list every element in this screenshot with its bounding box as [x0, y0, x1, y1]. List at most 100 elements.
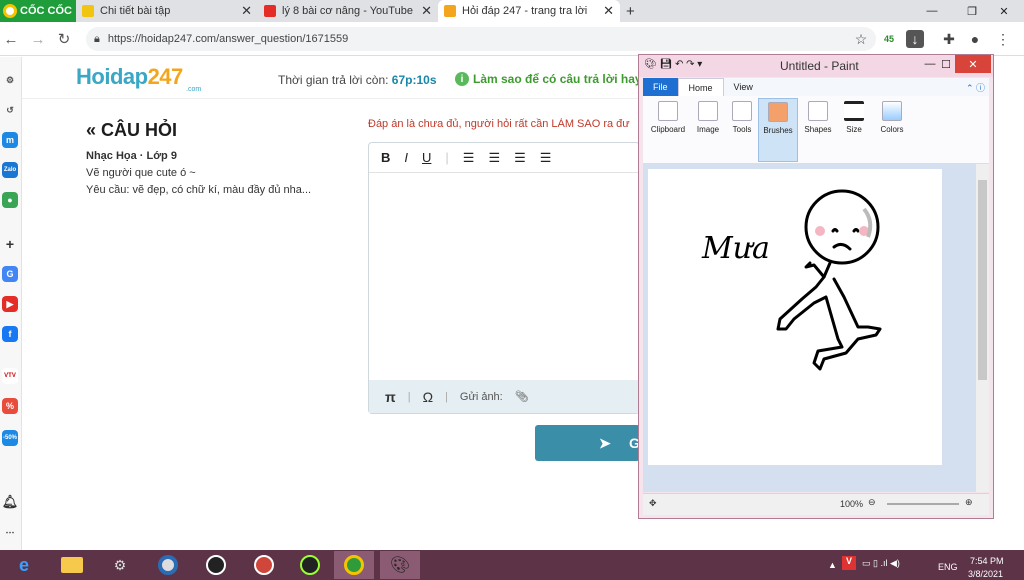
group-label: Shapes: [804, 125, 832, 134]
divider: [22, 98, 640, 99]
question-line: Yêu cầu: vẽ đẹp, có chữ kí, màu đầy đủ n…: [86, 184, 312, 196]
translate-icon[interactable]: G: [2, 266, 18, 282]
browser-brand: CỐC CỐC: [20, 5, 72, 17]
tab-view[interactable]: View: [724, 78, 763, 96]
menu-icon[interactable]: ⋮: [994, 30, 1012, 48]
tray-arrow-icon[interactable]: ▲: [828, 560, 837, 570]
zalo-icon[interactable]: Zalo: [2, 162, 18, 178]
close-icon[interactable]: ✕: [241, 3, 252, 19]
tray-icons[interactable]: ▭ ▯ .ıl ◀): [862, 558, 900, 569]
recorder-icon[interactable]: [244, 551, 284, 579]
upload-label[interactable]: Gửi ảnh:: [460, 391, 503, 403]
new-tab-button[interactable]: +: [620, 0, 644, 22]
shapes-icon: [808, 101, 828, 121]
app-icon[interactable]: ⚙: [100, 551, 140, 579]
help-icon[interactable]: ⌃ ⓘ: [966, 81, 989, 94]
timer-value: 67p:10s: [391, 73, 437, 87]
add-icon[interactable]: +: [2, 236, 18, 252]
minimize-icon[interactable]: —: [912, 0, 952, 22]
music-icon[interactable]: [290, 551, 330, 579]
close-icon[interactable]: ✕: [421, 3, 432, 19]
hoidap-logo[interactable]: Hoidap247: [76, 64, 183, 90]
extension-badge[interactable]: 45: [880, 30, 898, 48]
paperclip-icon[interactable]: 📎︎: [515, 390, 529, 403]
forward-icon[interactable]: →: [29, 30, 47, 48]
coccoc-logo[interactable]: CỐC CỐC: [0, 0, 76, 22]
sale-icon[interactable]: -50%: [2, 430, 18, 446]
messenger-icon[interactable]: m: [2, 132, 18, 148]
more-icon[interactable]: ⋯: [2, 524, 18, 540]
tab-home[interactable]: Home: [677, 78, 724, 96]
language[interactable]: ENG: [938, 562, 958, 572]
close-icon[interactable]: ✕: [955, 55, 991, 73]
tools-group[interactable]: Tools: [722, 98, 762, 162]
drawing-canvas[interactable]: Mưa: [648, 169, 942, 465]
lock-icon: 🔒︎: [94, 32, 100, 45]
editor-toolbar: B I U | ☰ ☰ ☰ ☰: [369, 143, 640, 173]
hint-link[interactable]: i Làm sao để có câu trả lời hay!: [455, 72, 646, 86]
profile-icon[interactable]: ●: [966, 30, 984, 48]
bold-button[interactable]: B: [381, 150, 390, 165]
omega-button[interactable]: Ω: [423, 389, 433, 405]
italic-button[interactable]: I: [404, 150, 408, 165]
tab-hoidap[interactable]: Hỏi đáp 247 - trang tra lời ✕: [438, 0, 620, 22]
history-icon[interactable]: ↺: [2, 102, 18, 118]
download-icon[interactable]: ↓: [906, 30, 924, 48]
tab-chi-tiet[interactable]: Chi tiết bài tập ✕: [76, 0, 258, 22]
pi-button[interactable]: π: [385, 389, 396, 405]
clipboard-group[interactable]: Clipboard: [648, 98, 688, 162]
star-icon[interactable]: ☆: [852, 30, 870, 48]
align-right-icon[interactable]: ☰: [514, 150, 526, 166]
tab-file[interactable]: File: [643, 78, 678, 96]
shapes-group[interactable]: Shapes: [798, 98, 838, 162]
game-icon[interactable]: ●: [2, 192, 18, 208]
explorer-icon[interactable]: [52, 551, 92, 579]
coccoc-shopping-icon[interactable]: %: [2, 398, 18, 414]
clock-date[interactable]: 3/8/2021: [968, 569, 1003, 579]
coccoc-taskbar-icon[interactable]: [334, 551, 374, 579]
tab-youtube[interactable]: lý 8 bài cơ nâng - YouTube ✕: [258, 0, 438, 22]
separator: |: [407, 390, 411, 403]
group-label: Clipboard: [650, 125, 686, 134]
tab-title: lý 8 bài cơ nâng - YouTube: [282, 5, 413, 17]
extensions-icon[interactable]: ✚: [940, 30, 958, 48]
film-icon[interactable]: [196, 551, 236, 579]
back-icon[interactable]: ←: [2, 30, 20, 48]
align-left-icon[interactable]: ☰: [463, 150, 475, 166]
address-bar[interactable]: 🔒︎ https://hoidap247.com/answer_question…: [86, 27, 876, 51]
move-icon: ✥: [649, 498, 657, 508]
paint-taskbar-icon[interactable]: 🎨︎: [380, 551, 420, 579]
zoom-in-icon[interactable]: ⊕: [965, 497, 973, 508]
vtv-icon[interactable]: VTV: [2, 368, 18, 384]
v-tray-icon[interactable]: V: [842, 556, 856, 570]
close-icon[interactable]: ✕: [603, 3, 614, 19]
settings-icon[interactable]: ⚙: [2, 72, 18, 88]
clock-time[interactable]: 7:54 PM: [970, 556, 1004, 566]
stick-figure-drawing: [776, 189, 882, 371]
separator: |: [445, 390, 448, 403]
youtube-icon[interactable]: ▶: [2, 296, 18, 312]
colors-group[interactable]: Colors: [872, 98, 912, 162]
youtube-icon: [264, 5, 276, 17]
tab-title: Hỏi đáp 247 - trang tra lời: [462, 5, 588, 17]
bell-icon[interactable]: 🔔︎: [2, 494, 19, 510]
close-icon[interactable]: ✕: [984, 0, 1024, 22]
media-icon[interactable]: [148, 551, 188, 579]
underline-button[interactable]: U: [422, 150, 431, 165]
reload-icon[interactable]: ↻: [55, 30, 73, 48]
brushes-group[interactable]: Brushes: [758, 98, 798, 162]
ie-icon[interactable]: e: [4, 551, 44, 579]
scroll-thumb[interactable]: [978, 180, 987, 380]
clipboard-icon: [658, 101, 678, 121]
paint-quick-access-icons[interactable]: 🎨︎ 💾︎ ↶ ↷ ▾: [644, 59, 702, 70]
zoom-out-icon[interactable]: ⊖: [868, 497, 876, 508]
zoom-slider[interactable]: [887, 503, 959, 505]
justify-icon[interactable]: ☰: [540, 150, 552, 166]
send-button[interactable]: ➤ G: [535, 425, 640, 461]
size-group[interactable]: Size: [834, 98, 874, 162]
answer-editor[interactable]: [368, 142, 640, 414]
facebook-icon[interactable]: f: [2, 326, 18, 342]
align-center-icon[interactable]: ☰: [488, 150, 500, 166]
maximize-icon[interactable]: ☐: [937, 55, 955, 73]
paint-title: Untitled - Paint: [780, 59, 859, 73]
